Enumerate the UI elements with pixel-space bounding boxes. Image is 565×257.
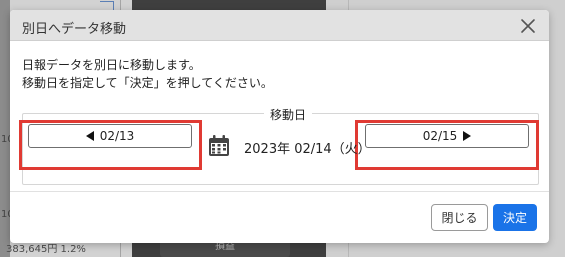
dialog-header: 別日へデータ移動 <box>10 10 549 41</box>
dialog-footer-divider <box>10 191 549 192</box>
close-icon[interactable] <box>518 16 538 36</box>
decide-button[interactable]: 決定 <box>493 204 537 231</box>
dialog-title: 別日へデータ移動 <box>22 22 127 37</box>
current-date-label: 2023年 02/14（火） <box>244 142 371 157</box>
next-date-label: 02/15 <box>422 129 458 143</box>
prev-date-button[interactable]: 02/13 <box>28 124 192 148</box>
dialog-description: 移動日を指定して「決定」を押してください。 <box>22 76 273 90</box>
section-label: 移動日 <box>264 106 313 123</box>
close-button[interactable]: 閉じる <box>431 204 488 231</box>
triangle-right-icon <box>463 131 472 141</box>
calendar-icon[interactable] <box>207 134 231 158</box>
next-date-button[interactable]: 02/15 <box>365 124 529 148</box>
triangle-left-icon <box>85 131 94 141</box>
dialog-description: 日報データを別日に移動します。 <box>22 58 201 72</box>
prev-date-label: 02/13 <box>99 129 135 143</box>
